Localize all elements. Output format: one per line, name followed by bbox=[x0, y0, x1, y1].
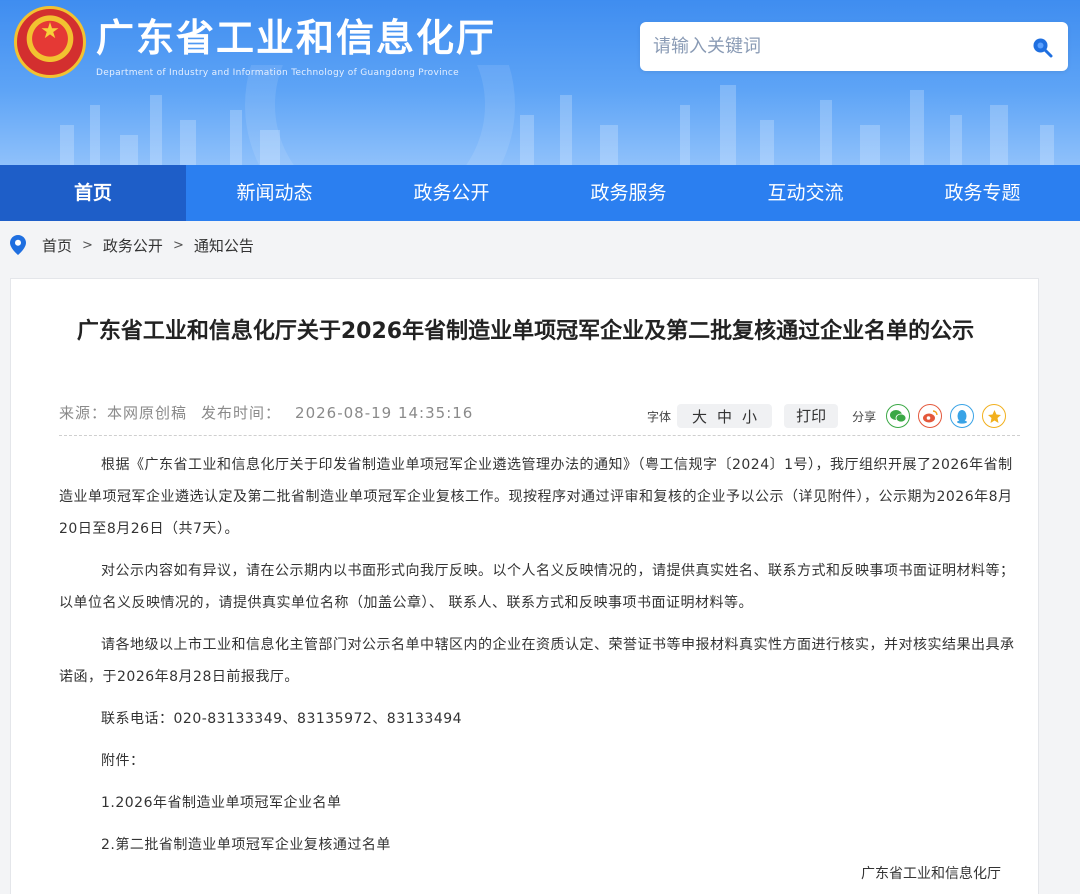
breadcrumb: 首页 > 政务公开 > 通知公告 bbox=[10, 232, 254, 258]
nav-item-gov-info[interactable]: 政务公开 bbox=[363, 165, 540, 221]
search-box bbox=[640, 22, 1068, 71]
signature: 广东省工业和信息化厅 bbox=[861, 866, 1001, 882]
nav-item-gov-service[interactable]: 政务服务 bbox=[540, 165, 717, 221]
national-emblem-icon: ★ bbox=[14, 6, 86, 78]
font-size-switcher: 大 中 小 bbox=[677, 404, 773, 428]
site-subtitle: Department of Industry and Information T… bbox=[96, 68, 460, 78]
qzone-icon[interactable] bbox=[982, 404, 1007, 428]
paragraph: 请各地级以上市工业和信息化主管部门对公示名单中辖区内的企业在资质认定、荣誉证书等… bbox=[59, 637, 1015, 685]
nav-item-home[interactable]: 首页 bbox=[0, 165, 186, 221]
article-meta: 来源：本网原创稿 发布时间： 2026-08-19 14:35:16 bbox=[59, 402, 473, 423]
contact-phone: 联系电话：020-83133349、83135972、83133494 bbox=[101, 711, 463, 727]
paragraph: 对公示内容如有异议，请在公示期内以书面形式向我厅反映。以个人名义反映情况的，请提… bbox=[59, 563, 1015, 611]
article-title: 广东省工业和信息化厅关于2026年省制造业单项冠军企业及第二批复核通过企业名单的… bbox=[76, 319, 975, 344]
font-size-small[interactable]: 小 bbox=[742, 406, 757, 427]
print-button[interactable]: 打印 bbox=[784, 404, 839, 428]
qq-icon[interactable] bbox=[950, 404, 975, 428]
publish-time: 2026-08-19 14:35:16 bbox=[295, 404, 474, 422]
attachments-label: 附件： bbox=[101, 753, 145, 769]
breadcrumb-home[interactable]: 首页 bbox=[42, 235, 72, 256]
font-size-label: 字体 bbox=[647, 409, 672, 424]
site-title: 广东省工业和信息化厅 bbox=[96, 16, 497, 60]
nav-item-interaction[interactable]: 互动交流 bbox=[717, 165, 894, 221]
weibo-icon[interactable] bbox=[918, 404, 943, 428]
breadcrumb-notice[interactable]: 通知公告 bbox=[194, 235, 254, 256]
meta-divider bbox=[59, 435, 1020, 436]
site-header: ★ 广东省工业和信息化厅 Department of Industry and … bbox=[0, 0, 1080, 165]
main-nav: 首页 新闻动态 政务公开 政务服务 互动交流 政务专题 bbox=[0, 165, 1080, 221]
article-body: 根据《广东省工业和信息化厅关于印发省制造业单项冠军企业遴选管理办法的通知》（粤工… bbox=[59, 449, 1021, 871]
search-input[interactable] bbox=[640, 22, 1020, 71]
breadcrumb-gov-info[interactable]: 政务公开 bbox=[103, 235, 163, 256]
font-size-large[interactable]: 大 bbox=[692, 406, 707, 427]
font-size-medium[interactable]: 中 bbox=[717, 406, 732, 427]
publish-label: 发布时间： bbox=[201, 404, 282, 422]
wechat-icon[interactable] bbox=[886, 404, 911, 428]
share-label: 分享 bbox=[852, 409, 877, 424]
attachment-link-1[interactable]: 1.2026年省制造业单项冠军企业名单 bbox=[59, 787, 1021, 819]
nav-item-topics[interactable]: 政务专题 bbox=[894, 165, 1071, 221]
article-tools: 字体 大 中 小 打印 分享 bbox=[647, 403, 1014, 429]
header-decoration bbox=[60, 65, 1054, 165]
location-pin-icon bbox=[10, 235, 26, 255]
article-source: 来源：本网原创稿 bbox=[59, 404, 188, 422]
search-icon[interactable] bbox=[1030, 35, 1054, 59]
nav-item-news[interactable]: 新闻动态 bbox=[186, 165, 363, 221]
breadcrumb-separator: > bbox=[82, 237, 93, 253]
article-panel: 广东省工业和信息化厅关于2026年省制造业单项冠军企业及第二批复核通过企业名单的… bbox=[10, 278, 1039, 894]
breadcrumb-separator: > bbox=[172, 237, 184, 253]
paragraph: 根据《广东省工业和信息化厅关于印发省制造业单项冠军企业遴选管理办法的通知》（粤工… bbox=[59, 457, 1013, 537]
attachment-link-2[interactable]: 2.第二批省制造业单项冠军企业复核通过名单 bbox=[59, 829, 1021, 861]
